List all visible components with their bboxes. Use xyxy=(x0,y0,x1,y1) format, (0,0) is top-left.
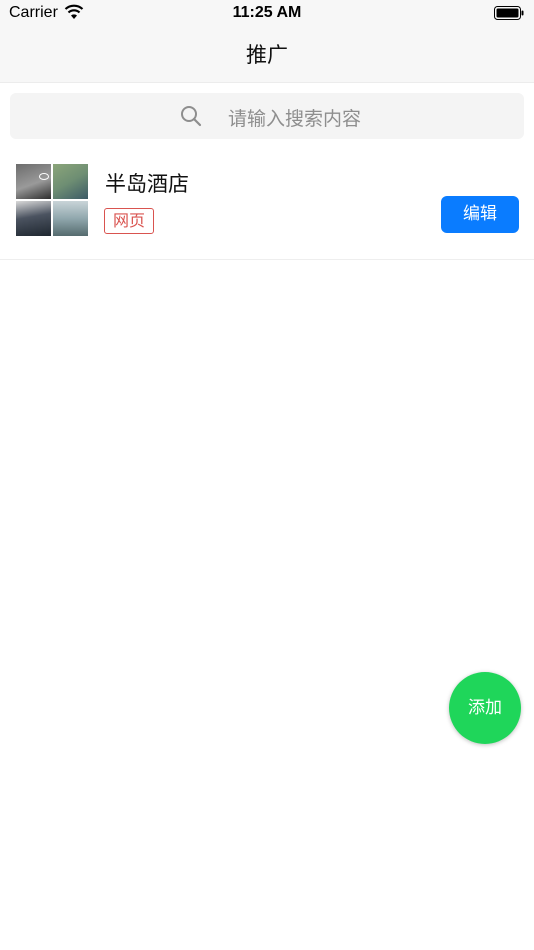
search-input[interactable]: 请输入搜索内容 xyxy=(10,93,524,139)
eye-icon xyxy=(39,173,49,180)
edit-button[interactable]: 编辑 xyxy=(441,196,519,233)
item-type-badge: 网页 xyxy=(104,208,155,234)
status-time: 11:25 AM xyxy=(232,4,302,21)
nav-bar: 推广 xyxy=(0,28,534,83)
status-bar: Carrier 11:25 AM xyxy=(0,0,534,28)
thumbnail-grid xyxy=(16,164,88,236)
search-icon xyxy=(181,106,202,127)
list-item[interactable]: 半岛酒店 网页 编辑 xyxy=(0,152,534,260)
page-title: 推广 xyxy=(246,43,288,67)
screen: Carrier 11:25 AM 推广 请输入搜索内容 半岛酒店 网页 编辑 添… xyxy=(0,0,534,950)
add-button[interactable]: 添加 xyxy=(449,672,521,744)
thumbnail-image xyxy=(53,164,88,199)
item-title: 半岛酒店 xyxy=(105,172,189,196)
thumbnail-image xyxy=(16,201,51,236)
search-placeholder: 请输入搜索内容 xyxy=(228,108,362,130)
thumbnail-image xyxy=(16,164,51,199)
battery-icon xyxy=(494,6,524,20)
thumbnail-image xyxy=(53,201,88,236)
